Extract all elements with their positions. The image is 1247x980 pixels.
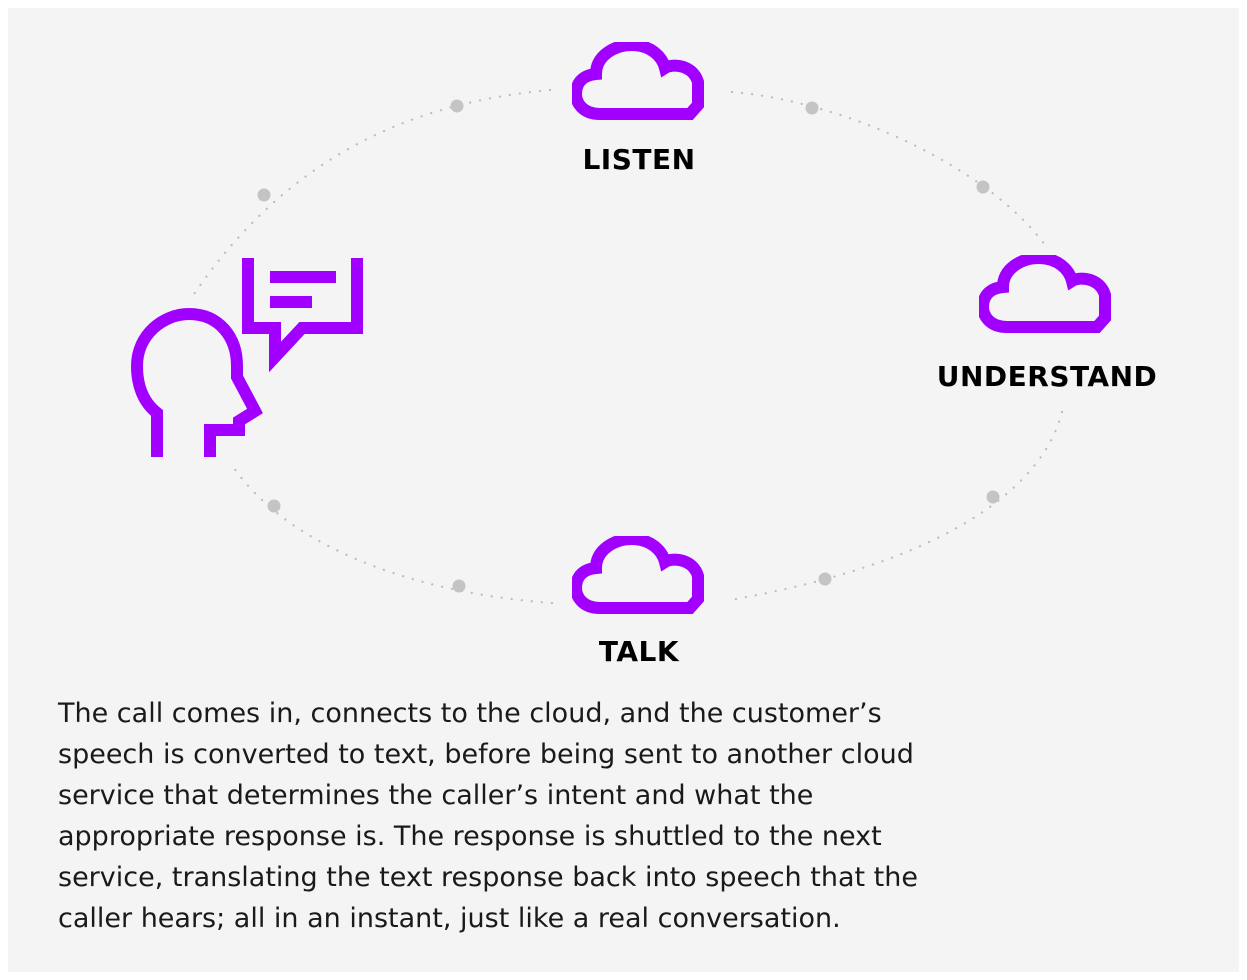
node-understand: UNDERSTAND (937, 258, 1158, 393)
call-flow-diagram: LISTEN UNDERSTAND TALK (130, 0, 1158, 668)
path-dot (452, 579, 466, 593)
path-segment-right-lower (728, 410, 1064, 602)
head-profile-icon (130, 307, 263, 457)
path-dot (267, 499, 281, 513)
caption-text: The call comes in, connects to the cloud… (58, 698, 918, 934)
cloud-icon (983, 258, 1105, 327)
node-label-talk: TALK (599, 635, 680, 668)
node-label-understand: UNDERSTAND (937, 360, 1158, 393)
cloud-icon (576, 45, 698, 114)
path-dot (257, 188, 271, 202)
path-dot (976, 180, 990, 194)
path-dot (986, 490, 1000, 504)
path-segment-top-right (730, 90, 1047, 247)
path-dot (805, 101, 819, 115)
cloud-icon (576, 539, 698, 608)
path-dot (818, 572, 832, 586)
node-talk: TALK (576, 539, 698, 668)
node-label-listen: LISTEN (582, 143, 695, 176)
path-segment-bottom-left (228, 460, 554, 605)
node-listen: LISTEN (576, 45, 698, 176)
person-speech-icon (130, 258, 363, 457)
path-dot (450, 99, 464, 113)
